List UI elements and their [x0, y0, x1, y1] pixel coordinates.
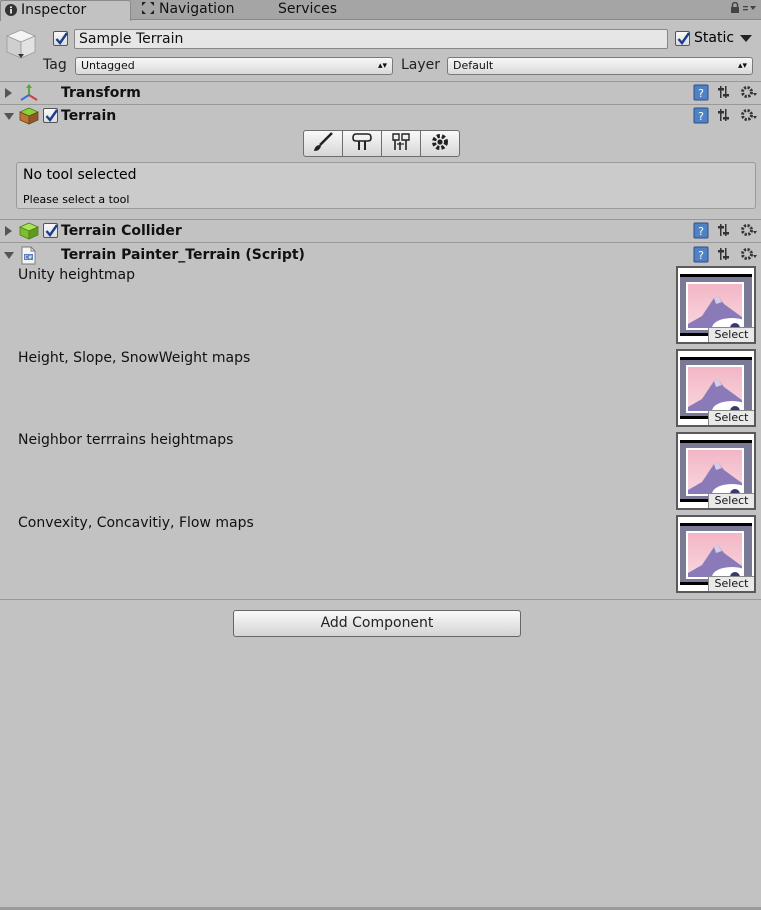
gear-icon[interactable] [740, 222, 758, 242]
preset-sliders-icon[interactable] [717, 246, 732, 266]
component-header-terrain[interactable]: Terrain ? [0, 105, 761, 127]
texture-slot-height-slope-snow-maps[interactable]: Select [676, 349, 756, 427]
gear-icon[interactable] [740, 84, 758, 104]
select-texture-button[interactable]: Select [708, 410, 754, 425]
gear-icon[interactable] [740, 107, 758, 127]
terrain-tool-strip [303, 130, 460, 157]
terrain-settings-icon [430, 132, 450, 156]
field-label-height-slope-snow-maps: Height, Slope, SnowWeight maps [18, 350, 251, 366]
texture-slot-unity-heightmap[interactable]: Select [676, 266, 756, 344]
tab-actions [730, 1, 758, 16]
game-object-cube-icon [5, 28, 37, 64]
svg-text:?: ? [698, 110, 704, 123]
lock-icon[interactable] [730, 1, 744, 16]
place-trees-tool-button[interactable] [342, 130, 382, 157]
texture-slot-neighbor-heightmaps[interactable]: Select [676, 432, 756, 510]
component-header-icons: ? [689, 84, 758, 105]
layer-value: Default [453, 59, 494, 72]
tab-menu-icon[interactable] [743, 3, 757, 16]
svg-text:C#: C# [25, 255, 33, 261]
foldout-arrow-icon[interactable] [4, 113, 14, 120]
component-title: Terrain [61, 108, 117, 124]
svg-text:?: ? [698, 249, 704, 262]
tab-navigation[interactable]: Navigation [137, 0, 257, 20]
foldout-arrow-icon[interactable] [5, 226, 12, 236]
window-tab-bar: Inspector Navigation Services [0, 0, 761, 21]
field-label-unity-heightmap: Unity heightmap [18, 267, 135, 283]
terrain-collider-enabled-checkbox[interactable] [43, 223, 58, 238]
divider [0, 599, 761, 600]
terrain-help-box: No tool selected Please select a tool [16, 162, 756, 209]
terrain-collider-icon [19, 222, 39, 244]
field-label-neighbor-heightmaps: Neighbor terrrains heightmaps [18, 432, 234, 448]
paint-texture-tool-button[interactable] [303, 130, 343, 157]
texture-preview-icon [686, 531, 744, 579]
select-texture-button[interactable]: Select [708, 493, 754, 508]
component-header-terrain-collider[interactable]: Terrain Collider ? [0, 220, 761, 242]
component-header-icons: ? [689, 107, 758, 128]
help-book-icon[interactable]: ? [693, 84, 709, 105]
tag-value: Untagged [81, 59, 135, 72]
terrain-icon [19, 107, 39, 129]
active-checkbox[interactable] [53, 31, 68, 46]
static-label: Static [694, 30, 735, 46]
field-label-convexity-concavity-flow-maps: Convexity, Concavitiy, Flow maps [18, 515, 254, 531]
component-header-transform[interactable]: Transform ? [0, 82, 761, 104]
layer-dropdown[interactable]: Default ▴▾ [447, 57, 753, 75]
texture-slot-convexity-concavity-flow-maps[interactable]: Select [676, 515, 756, 593]
help-title: No tool selected [23, 167, 137, 183]
terrain-settings-tool-button[interactable] [420, 130, 460, 157]
place-trees-icon [351, 132, 373, 156]
dropdown-arrows-icon: ▴▾ [377, 61, 387, 71]
gear-icon[interactable] [740, 246, 758, 266]
paint-details-icon [390, 132, 412, 156]
help-book-icon[interactable]: ? [693, 107, 709, 128]
tag-dropdown[interactable]: Untagged ▴▾ [75, 57, 393, 75]
static-dropdown-arrow-icon[interactable] [740, 35, 752, 42]
navigation-icon [141, 1, 155, 21]
transform-icon [19, 84, 39, 106]
preset-sliders-icon[interactable] [717, 222, 732, 242]
game-object-header: Sample Terrain Static Tag Untagged ▴▾ La… [0, 20, 761, 81]
help-book-icon[interactable]: ? [693, 222, 709, 243]
paint-brush-icon [312, 131, 334, 156]
terrain-enabled-checkbox[interactable] [43, 108, 58, 123]
texture-preview-icon [686, 282, 744, 330]
texture-preview-icon [686, 365, 744, 413]
tag-label: Tag [43, 57, 67, 73]
help-text: Please select a tool [23, 193, 130, 206]
divider [0, 242, 761, 243]
add-component-button[interactable]: Add Component [233, 610, 521, 637]
component-title: Terrain Painter_Terrain (Script) [61, 247, 305, 263]
tab-label: Inspector [21, 2, 87, 18]
static-checkbox[interactable] [675, 31, 690, 46]
preset-sliders-icon[interactable] [717, 107, 732, 127]
component-title: Terrain Collider [61, 223, 182, 239]
help-book-icon[interactable]: ? [693, 246, 709, 267]
component-header-icons: ? [689, 222, 758, 243]
component-header-icons: ? [689, 246, 758, 267]
select-texture-button[interactable]: Select [708, 576, 754, 591]
svg-text:?: ? [698, 225, 704, 238]
svg-text:?: ? [698, 87, 704, 100]
component-header-terrain-painter-script[interactable]: C# Terrain Painter_Terrain (Script) ? [0, 244, 761, 266]
object-name-field[interactable]: Sample Terrain [74, 29, 668, 49]
paint-details-tool-button[interactable] [381, 130, 421, 157]
layer-label: Layer [401, 57, 441, 73]
dropdown-arrows-icon: ▴▾ [737, 61, 747, 71]
tab-label: Navigation [159, 1, 235, 17]
foldout-arrow-icon[interactable] [4, 252, 14, 259]
preset-sliders-icon[interactable] [717, 84, 732, 104]
texture-preview-icon [686, 448, 744, 496]
tab-services[interactable]: Services [274, 0, 354, 20]
component-title: Transform [61, 85, 141, 101]
select-texture-button[interactable]: Select [708, 327, 754, 342]
tab-inspector[interactable]: Inspector [0, 0, 131, 21]
foldout-arrow-icon[interactable] [5, 88, 12, 98]
tab-label: Services [278, 1, 338, 17]
